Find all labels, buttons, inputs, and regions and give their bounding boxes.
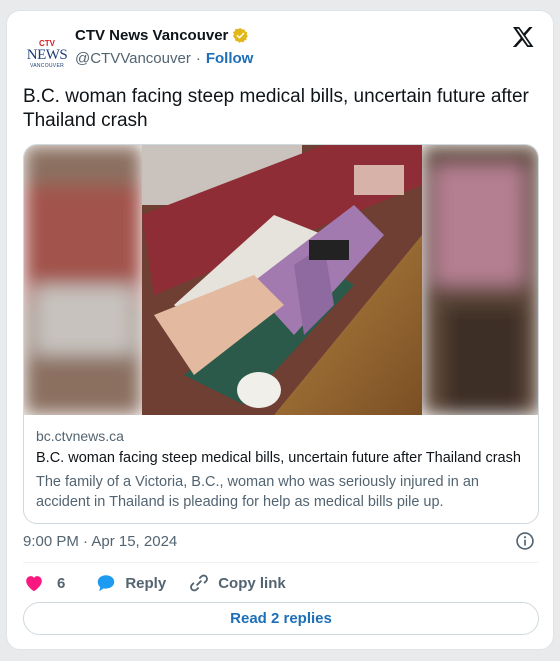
speech-bubble-icon (98, 575, 115, 592)
avatar-wordmark: NEWS (26, 46, 68, 63)
link-title: B.C. woman facing steep medical bills, u… (36, 450, 521, 466)
follow-button[interactable]: Follow (206, 50, 254, 67)
author-name-row: CTV News Vancouver (75, 27, 249, 44)
avatar-city: VANCOUVER (29, 62, 64, 69)
link-preview-card[interactable]: bc.ctvnews.ca B.C. woman facing steep me… (23, 144, 539, 524)
article-image (24, 145, 538, 415)
read-replies-button[interactable]: Read 2 replies (23, 602, 539, 635)
copy-link-button[interactable]: Copy link (188, 572, 286, 594)
tweet-timestamp[interactable]: 9:00 PM · Apr 15, 2024 (23, 533, 177, 550)
embedded-post-card: CTV NEWS VANCOUVER CTV News Vancouver @C… (6, 10, 554, 650)
separator-dot: · (195, 50, 201, 67)
link-description: The family of a Victoria, B.C., woman wh… (36, 474, 479, 510)
author-handle-row: @CTVVancouver · Follow (75, 50, 253, 67)
like-count: 6 (57, 574, 66, 592)
heart-icon (26, 576, 42, 592)
avatar[interactable]: CTV NEWS VANCOUVER (24, 31, 70, 77)
link-preview-meta: bc.ctvnews.ca B.C. woman facing steep me… (36, 428, 528, 512)
verified-badge-icon (233, 28, 249, 43)
action-bar: 6 Reply Copy link (23, 572, 286, 594)
info-icon[interactable] (515, 531, 535, 551)
reply-label: Reply (125, 574, 167, 592)
link-domain: bc.ctvnews.ca (36, 428, 124, 444)
tweet-text: B.C. woman facing steep medical bills, u… (23, 86, 529, 131)
x-logo-icon[interactable] (511, 25, 535, 49)
author-display-name[interactable]: CTV News Vancouver (75, 27, 228, 44)
link-icon (190, 574, 209, 592)
divider (23, 562, 539, 563)
like-button[interactable]: 6 (23, 572, 65, 594)
author-handle[interactable]: @CTVVancouver (75, 50, 191, 67)
reply-button[interactable]: Reply (95, 572, 166, 594)
copy-link-label: Copy link (218, 574, 286, 592)
